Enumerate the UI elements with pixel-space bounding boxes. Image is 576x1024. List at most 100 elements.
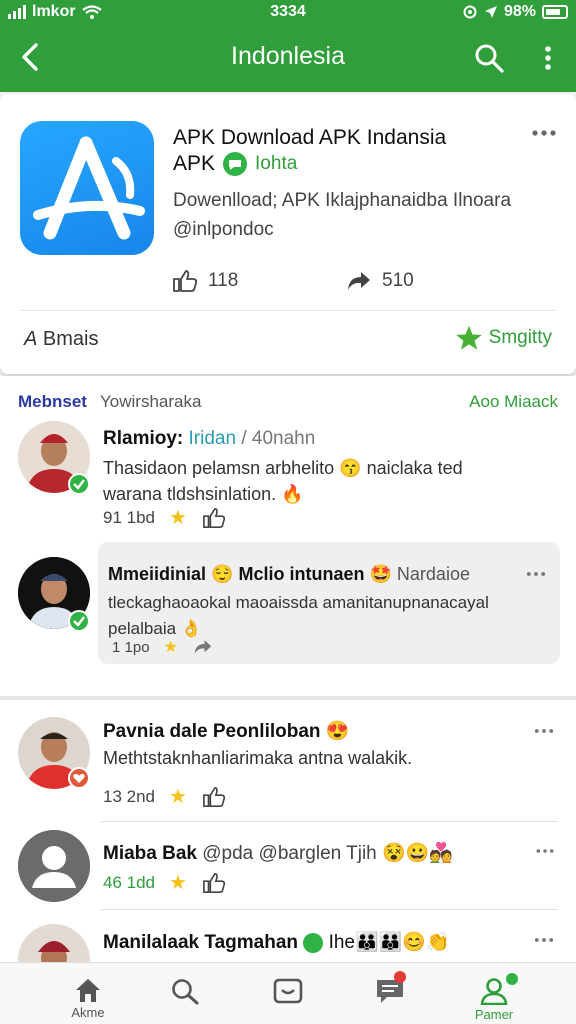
thumbs-up-icon[interactable]	[201, 872, 227, 894]
comment-meta: 1 1po ★	[112, 637, 214, 657]
app-info-card: APK Download APK Indansia APK Iohta Dowe…	[0, 94, 576, 374]
app-bar: lmkor 3334 98% Indonlesia	[0, 0, 576, 92]
hotspot-icon	[463, 5, 477, 19]
nav-profile-label: Pamer	[474, 1007, 514, 1022]
comment-author-tag[interactable]: Iridan	[189, 428, 237, 449]
toolbar: Indonlesia	[0, 32, 576, 82]
star-icon[interactable]: ★	[169, 784, 187, 809]
letter-a-icon: A	[24, 328, 38, 350]
app-store-logo-icon[interactable]	[20, 121, 154, 255]
thumbs-up-icon	[173, 270, 198, 292]
comment-author-name[interactable]: Rlamioy:	[103, 428, 183, 449]
comment-author-extra: Nardaioe	[396, 564, 470, 584]
add-comment-link[interactable]: Aoo Miaack	[469, 392, 558, 412]
comments-tab[interactable]: Yowirsharaka	[100, 392, 201, 412]
star-icon[interactable]: ★	[164, 637, 178, 657]
share-arrow-icon[interactable]	[192, 638, 214, 656]
comment-author: Pavnia dale Peonliloban 😍	[103, 719, 349, 743]
comment-text-part: pelalbaia	[108, 619, 177, 638]
battery-percent: 98%	[503, 3, 536, 20]
comment-age: 91 1bd	[103, 507, 155, 527]
comment-divider	[100, 909, 558, 910]
battery-icon	[542, 5, 568, 19]
comment-text: tleckaghaoaokal maoaissda amanitanupnana…	[108, 590, 548, 642]
card-divider	[20, 310, 556, 311]
comment-meta: 46 1dd ★	[103, 870, 227, 895]
comment-author: Rlamioy: Iridan / 40nahn	[103, 428, 315, 450]
status-right: 98%	[462, 3, 568, 21]
more-horiz-icon[interactable]	[532, 128, 556, 138]
share-stat[interactable]: 510	[346, 269, 414, 293]
emoji: 🤩	[369, 564, 392, 584]
nav-home[interactable]: Akme	[38, 969, 138, 1023]
emoji: 😌	[211, 564, 234, 584]
comment-age: 13 2nd	[103, 786, 155, 806]
comment-author: Mmeiidinial 😌 Mclio intunaen 🤩 Nardaioe	[108, 564, 470, 585]
emoji: 😙	[339, 458, 362, 478]
more-vert-icon[interactable]	[536, 41, 560, 75]
active-indicator-dot	[506, 973, 518, 985]
like-stat[interactable]: 118	[172, 269, 238, 293]
more-horiz-icon[interactable]	[534, 727, 554, 735]
nav-home-label: Akme	[71, 1005, 105, 1020]
comment-author-name[interactable]: Miaba Bak	[103, 843, 197, 864]
card-left-action-label: Bmais	[42, 328, 99, 350]
more-horiz-icon[interactable]	[526, 570, 546, 578]
comment-text-line1: Thasidaon pelamsn arbhelito 😙 naiclaka t…	[103, 455, 543, 481]
thumbs-up-icon[interactable]	[201, 507, 227, 529]
bottom-navigation: Akme Pamer	[0, 962, 576, 1024]
nav-media[interactable]	[238, 969, 338, 1023]
card-right-action-label: Smgitty	[488, 327, 552, 348]
verified-chat-icon	[223, 152, 248, 176]
status-bar: lmkor 3334 98%	[0, 0, 576, 24]
comment-author-name[interactable]: Mmeiidinial	[108, 564, 206, 584]
comment-text-line1: tleckaghaoaokal maoaissda amanitanupnana…	[108, 593, 489, 612]
comment-time: / 40nahn	[241, 428, 316, 449]
heart-badge-icon	[68, 767, 90, 789]
share-arrow-icon	[348, 272, 370, 290]
emoji: 😵😀💑	[382, 843, 454, 864]
more-horiz-icon[interactable]	[536, 847, 554, 855]
nav-messages[interactable]	[340, 969, 440, 1023]
comment-text: Thasidaon pelamsn arbhelito 😙 naiclaka t…	[103, 455, 543, 507]
home-icon	[76, 979, 100, 1002]
verified-chat-icon	[303, 932, 324, 953]
app-tag[interactable]: Iohta	[255, 153, 297, 175]
online-check-icon	[68, 473, 90, 495]
thumbs-up-icon[interactable]	[201, 786, 227, 808]
comment-author: Miaba Bak @pda @barglen Tjih 😵😀💑	[103, 841, 453, 865]
comment-text-part: Thasidaon pelamsn arbhelito	[103, 458, 335, 478]
nav-search[interactable]	[135, 969, 235, 1023]
emoji: 👌	[180, 619, 202, 638]
like-count: 118	[208, 270, 239, 291]
share-count: 510	[382, 270, 414, 291]
person-icon	[480, 978, 508, 1005]
app-description: Dowenlload; APK Iklajphanaidba Ilnoara @…	[173, 186, 533, 244]
comments-tab-active[interactable]: Mebnset	[18, 392, 87, 412]
comment-meta: 91 1bd ★	[103, 505, 227, 530]
app-name-line2: APK Iohta	[173, 152, 297, 176]
star-icon[interactable]: ★	[169, 505, 187, 530]
nav-profile[interactable]: Pamer	[444, 969, 544, 1023]
comment-author-name[interactable]: Manilalaak Tagmahan	[103, 932, 298, 953]
app-description-line2: @inlpondoc	[173, 219, 274, 240]
tv-icon	[273, 978, 303, 1004]
comment-handle[interactable]: @pda @barglen Tjih	[202, 843, 377, 864]
app-description-line1: Dowenlload; APK Iklajphanaidba Ilnoara	[173, 190, 512, 211]
comment-divider	[100, 821, 558, 822]
comment-author-name-b: Mclio intunaen	[238, 564, 365, 584]
search-icon[interactable]	[472, 41, 506, 75]
star-icon[interactable]: ★	[169, 870, 187, 895]
comment-tag: Ihe	[328, 932, 355, 953]
card-right-action[interactable]: Smgitty	[455, 324, 552, 352]
comment-author-name[interactable]: Pavnia dale Peonliloban	[103, 721, 321, 742]
comment-age: 1 1po	[112, 638, 150, 656]
comment-text-part: naiclaka ted	[366, 458, 463, 478]
avatar-placeholder-icon[interactable]	[18, 830, 90, 902]
comment-age: 46 1dd	[103, 872, 155, 892]
card-left-action[interactable]: A Bmais	[24, 328, 98, 351]
more-horiz-icon[interactable]	[534, 936, 554, 944]
emoji: 🔥	[281, 484, 304, 504]
search-icon	[172, 979, 199, 1005]
app-name-suffix: APK	[173, 152, 216, 175]
